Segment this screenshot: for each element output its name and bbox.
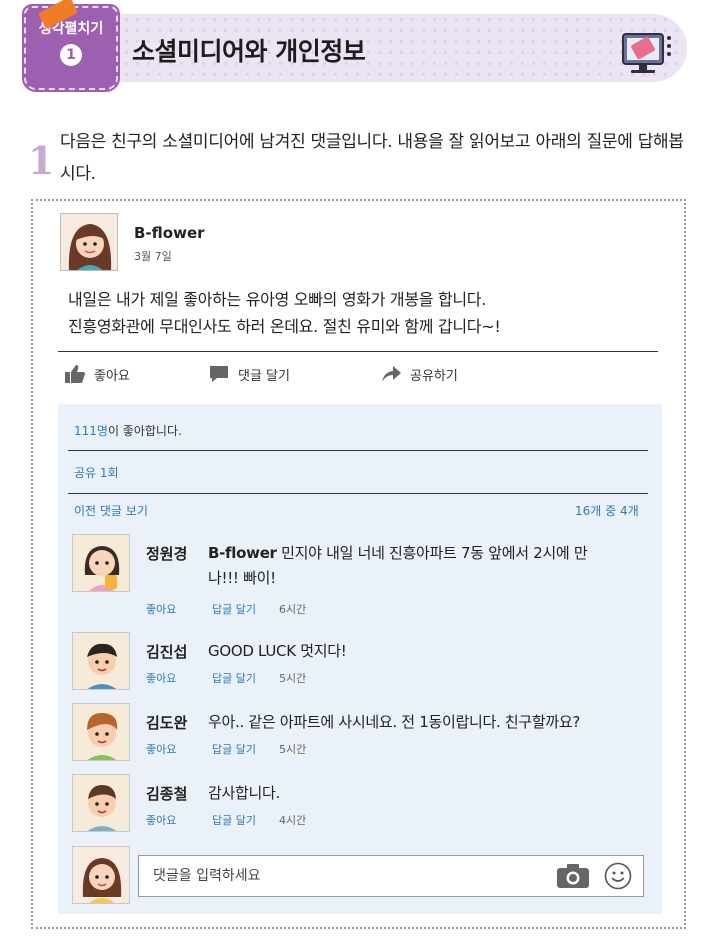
mentioned-user[interactable]: B-flower — [208, 544, 277, 562]
comment-text-part: 나!!! 빠이! — [208, 569, 276, 587]
post-divider — [58, 351, 658, 352]
comment-reply-link[interactable]: 답글 달기 — [212, 741, 256, 757]
camera-icon[interactable] — [556, 863, 590, 889]
panel-divider — [68, 493, 648, 494]
comment-text: 우아.. 같은 아파트에 사시네요. 전 1동이랍니다. 친구할까요? — [208, 713, 581, 731]
like-button[interactable]: 좋아요 — [64, 364, 130, 384]
current-user-avatar — [72, 846, 130, 904]
commenter-avatar — [72, 774, 130, 832]
share-button[interactable]: 공유하기 — [380, 364, 458, 384]
comment-time: 5시간 — [279, 743, 307, 756]
question-number: 1 — [28, 138, 55, 183]
commenter-name[interactable]: 김진섭 — [146, 641, 187, 662]
post-author-name[interactable]: B-flower — [134, 224, 205, 242]
post-body: 내일은 내가 제일 좋아하는 유아영 오빠의 영화가 개봉을 합니다. 진흥영화… — [68, 286, 501, 340]
comment-text-part: 민지야 내일 너네 진흥아파트 7동 앞에서 2시에 만 — [276, 544, 588, 562]
section-tag-label: 생각펼치기 — [38, 21, 104, 37]
comment-like-link[interactable]: 좋아요 — [146, 601, 176, 617]
like-button-label: 좋아요 — [94, 368, 130, 384]
comment-like-link[interactable]: 좋아요 — [146, 670, 176, 686]
comment-reply-link[interactable]: 답글 달기 — [212, 670, 256, 686]
comment-button-label: 댓글 달기 — [238, 368, 290, 384]
page-title: 소셜미디어와 개인정보 — [132, 37, 366, 66]
comment-button[interactable]: 댓글 달기 — [208, 364, 290, 384]
section-tag: 생각펼치기 1 — [22, 0, 120, 92]
share-button-label: 공유하기 — [410, 368, 458, 384]
commenter-name[interactable]: 정원경 — [146, 543, 187, 564]
comment-text: GOOD LUCK 멋지다! — [208, 642, 347, 660]
share-arrow-icon — [382, 366, 401, 382]
commenter-avatar — [72, 534, 130, 592]
comment-like-link[interactable]: 좋아요 — [146, 812, 176, 828]
comment-count: 16개 중 4개 — [575, 504, 639, 518]
comment-like-link[interactable]: 좋아요 — [146, 741, 176, 757]
post-date: 3월 7일 — [134, 250, 172, 263]
commenter-name[interactable]: 김종철 — [146, 783, 187, 804]
previous-comments-link[interactable]: 이전 댓글 보기 — [74, 502, 148, 519]
commenter-avatar — [72, 632, 130, 690]
comment-time: 5시간 — [279, 672, 307, 685]
post-actions: 좋아요 댓글 달기 공유하기 — [58, 364, 658, 390]
section-tag-number: 1 — [60, 44, 82, 66]
shares-summary[interactable]: 공유 1회 — [74, 464, 119, 481]
comment-time: 4시간 — [279, 814, 307, 827]
comment-reply-link[interactable]: 답글 달기 — [212, 601, 256, 617]
comment-reply-link[interactable]: 답글 달기 — [212, 812, 256, 828]
shares-count[interactable]: 공유 1회 — [74, 466, 119, 480]
smiley-icon[interactable] — [604, 862, 632, 890]
comment-time: 6시간 — [279, 603, 307, 616]
comment-text: 감사합니다. — [208, 784, 280, 802]
question-text: 다음은 친구의 소셜미디어에 남겨진 댓글입니다. 내용을 잘 읽어보고 아래의… — [60, 132, 684, 184]
comment-text: B-flower 민지야 내일 너네 진흥아파트 7동 앞에서 2시에 만 나!… — [208, 541, 588, 591]
commenter-name[interactable]: 김도완 — [146, 712, 187, 733]
speech-bubble-icon — [210, 366, 228, 382]
thumbs-up-icon — [65, 365, 85, 383]
panel-divider — [68, 450, 648, 451]
likes-count[interactable]: 111명 — [74, 424, 108, 438]
post-body-line-1: 내일은 내가 제일 좋아하는 유아영 오빠의 영화가 개봉을 합니다. — [68, 290, 486, 309]
post-author-avatar — [60, 213, 118, 271]
likes-suffix: 이 좋아합니다. — [107, 424, 182, 438]
monitor-icon — [622, 33, 671, 73]
post-body-line-2: 진흥영화관에 무대인사도 하러 온데요. 절친 유미와 함께 갑니다~! — [68, 317, 501, 336]
likes-summary: 111명이 좋아합니다. — [74, 422, 182, 439]
commenter-avatar — [72, 703, 130, 761]
